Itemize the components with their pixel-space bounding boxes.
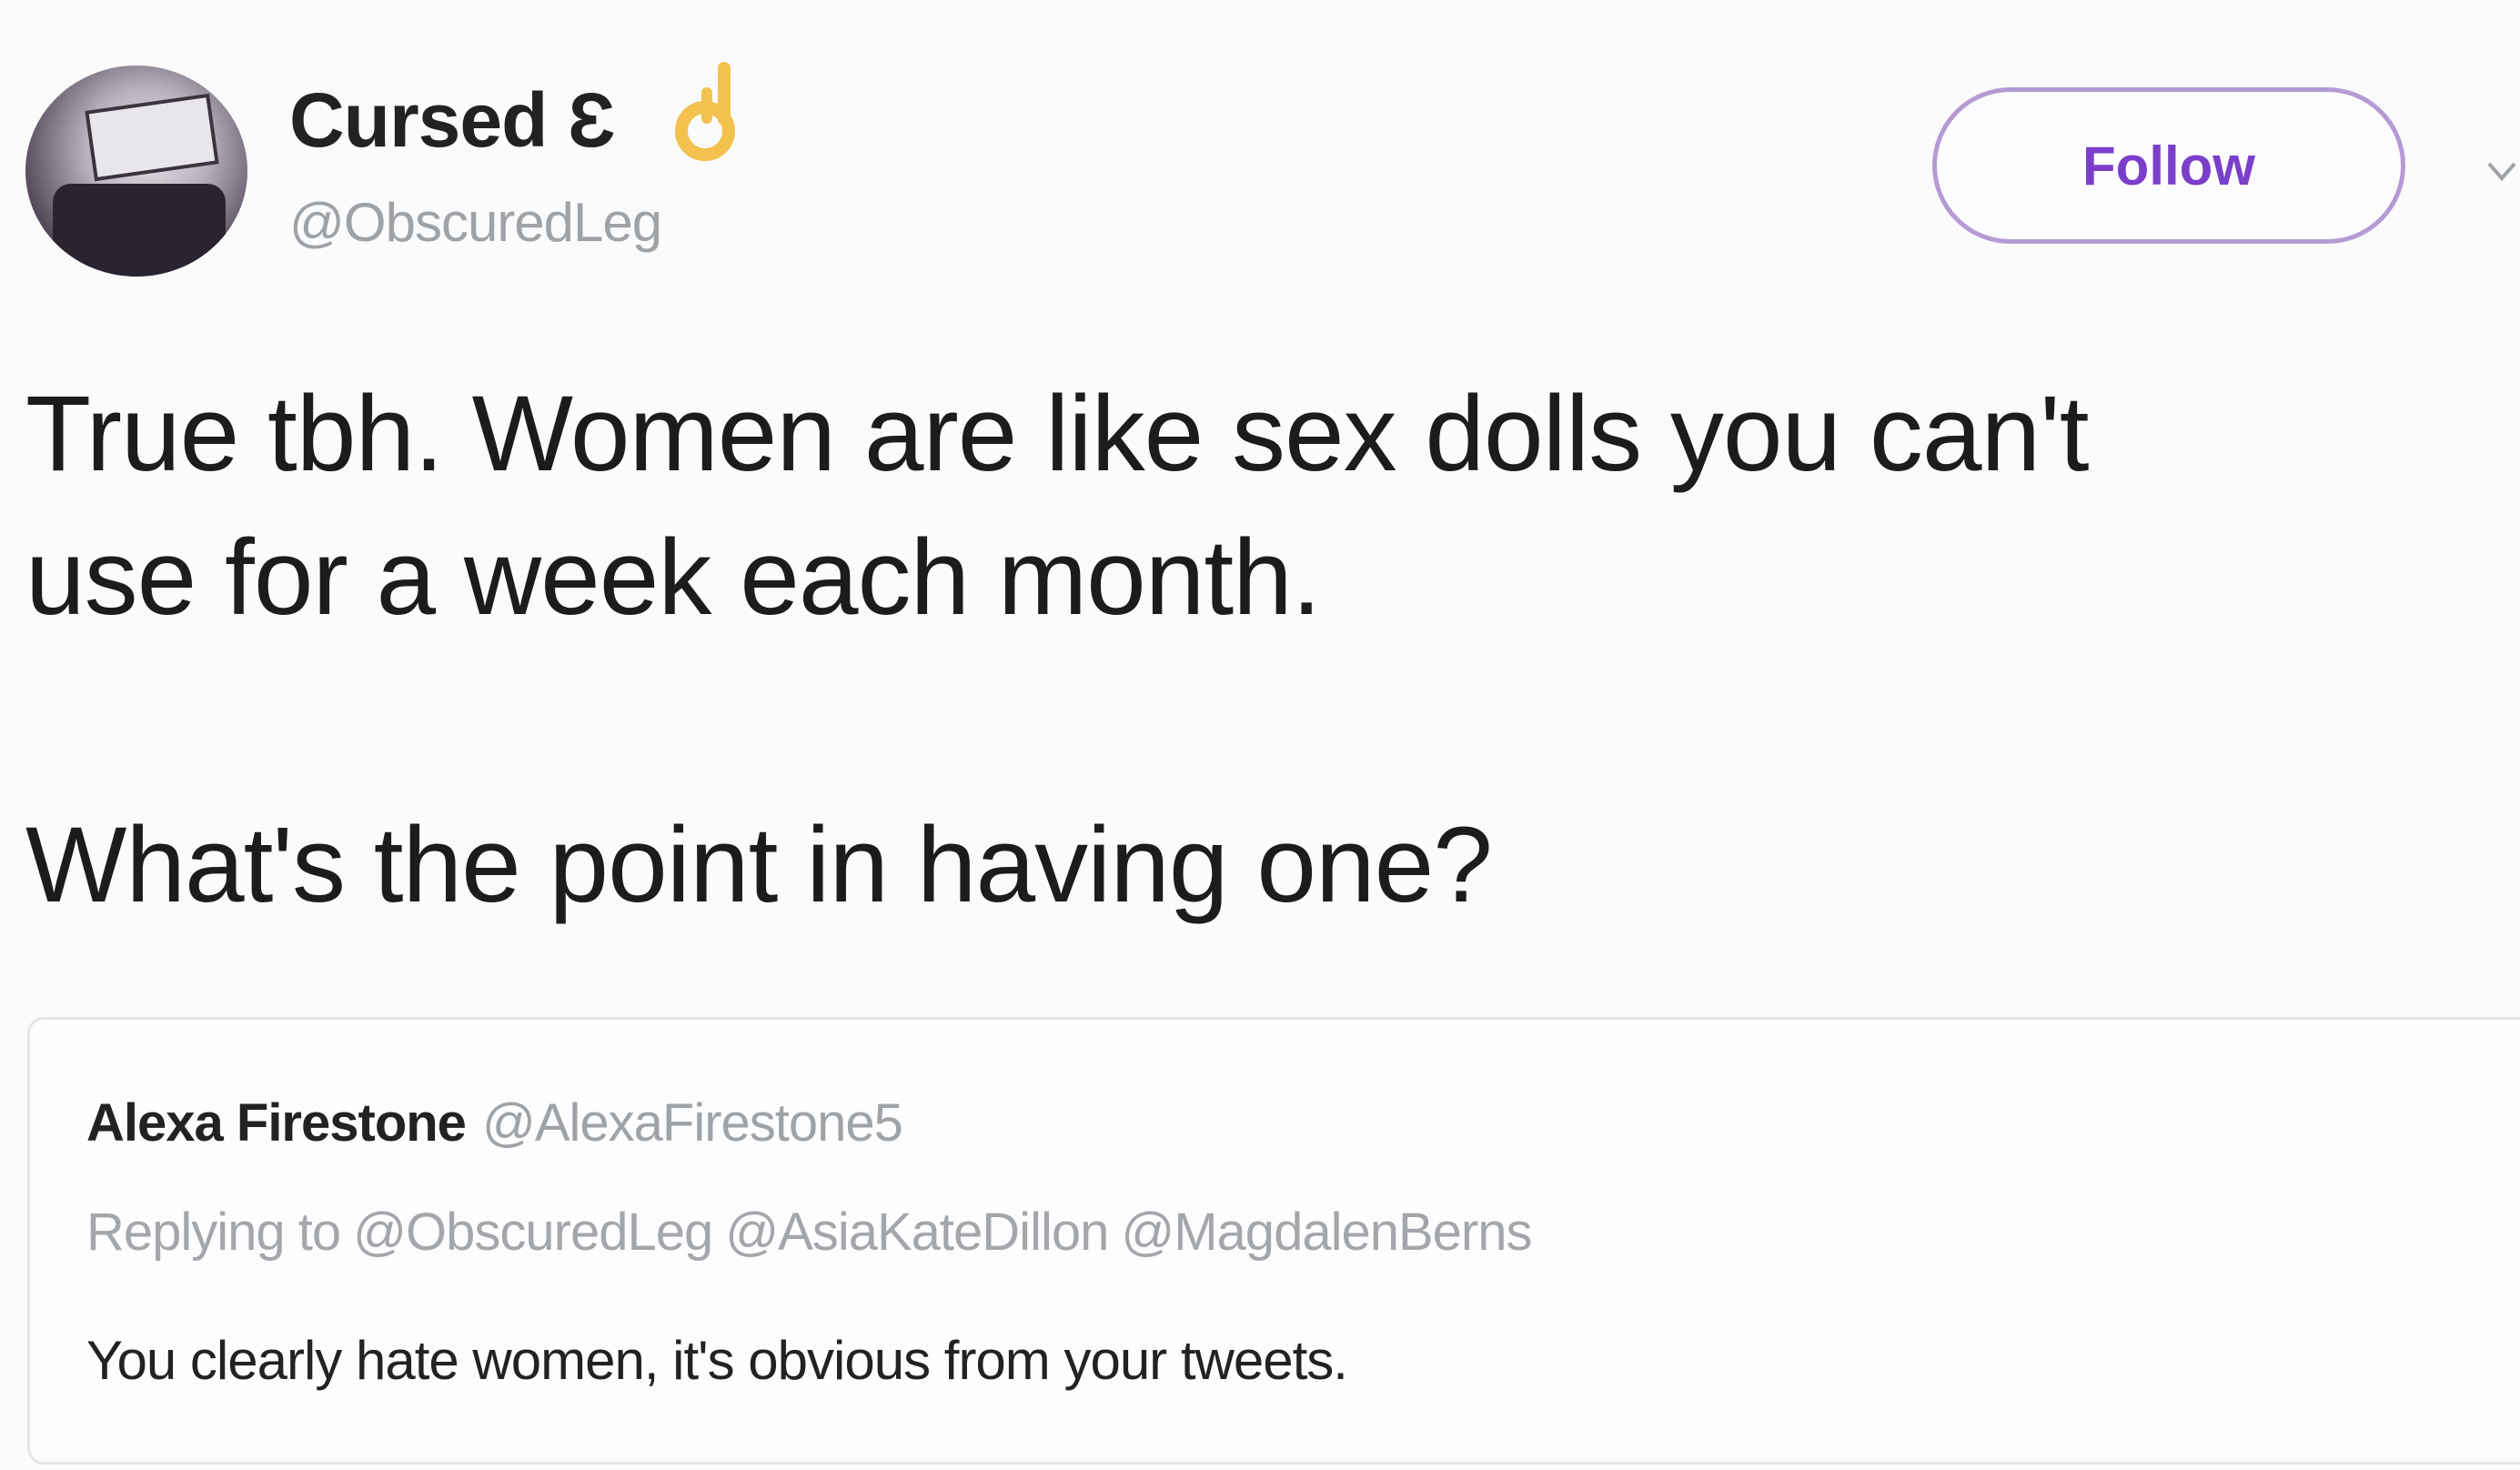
reply-mention-link[interactable]: @MagdalenBerns: [1121, 1203, 1532, 1262]
reply-mention-link[interactable]: @AsiaKateDillon: [725, 1203, 1109, 1262]
tweet-text: True tbh. Women are like sex dolls you c…: [25, 362, 2509, 937]
chevron-down-icon[interactable]: [2484, 153, 2520, 189]
avatar-image-sign: [85, 93, 219, 182]
replying-to-label: Replying to: [86, 1203, 341, 1262]
tweet-paragraph: What's the point in having one?: [25, 805, 1493, 925]
quoted-author-handle[interactable]: @AlexaFirestone5: [482, 1093, 903, 1153]
replying-to-line: Replying to @ObscuredLeg @AsiaKateDillon @M…: [86, 1202, 1533, 1263]
quoted-tweet[interactable]: Alexa Firestone @AlexaFirestone5 Replying…: [27, 1017, 2520, 1465]
quoted-author-name[interactable]: Alexa Firestone: [86, 1093, 467, 1153]
avatar-image-shadow: [53, 184, 226, 277]
author-display-name[interactable]: Cursed Ɛ: [289, 76, 615, 165]
follow-button[interactable]: Follow: [1932, 87, 2405, 244]
ok-hand-emoji-icon: [675, 62, 735, 161]
tweet-card: Cursed Ɛ @ObscuredLeg Follow True tbh. W…: [0, 0, 2520, 1470]
quoted-tweet-header: Alexa Firestone @AlexaFirestone5: [86, 1092, 903, 1153]
author-handle[interactable]: @ObscuredLeg: [289, 191, 662, 254]
avatar[interactable]: [25, 65, 247, 277]
reply-mention-link[interactable]: @ObscuredLeg: [353, 1203, 713, 1262]
quoted-tweet-body: You clearly hate women, it's obvious fro…: [86, 1330, 1348, 1391]
tweet-paragraph: True tbh. Women are like sex dolls you c…: [25, 374, 2090, 638]
